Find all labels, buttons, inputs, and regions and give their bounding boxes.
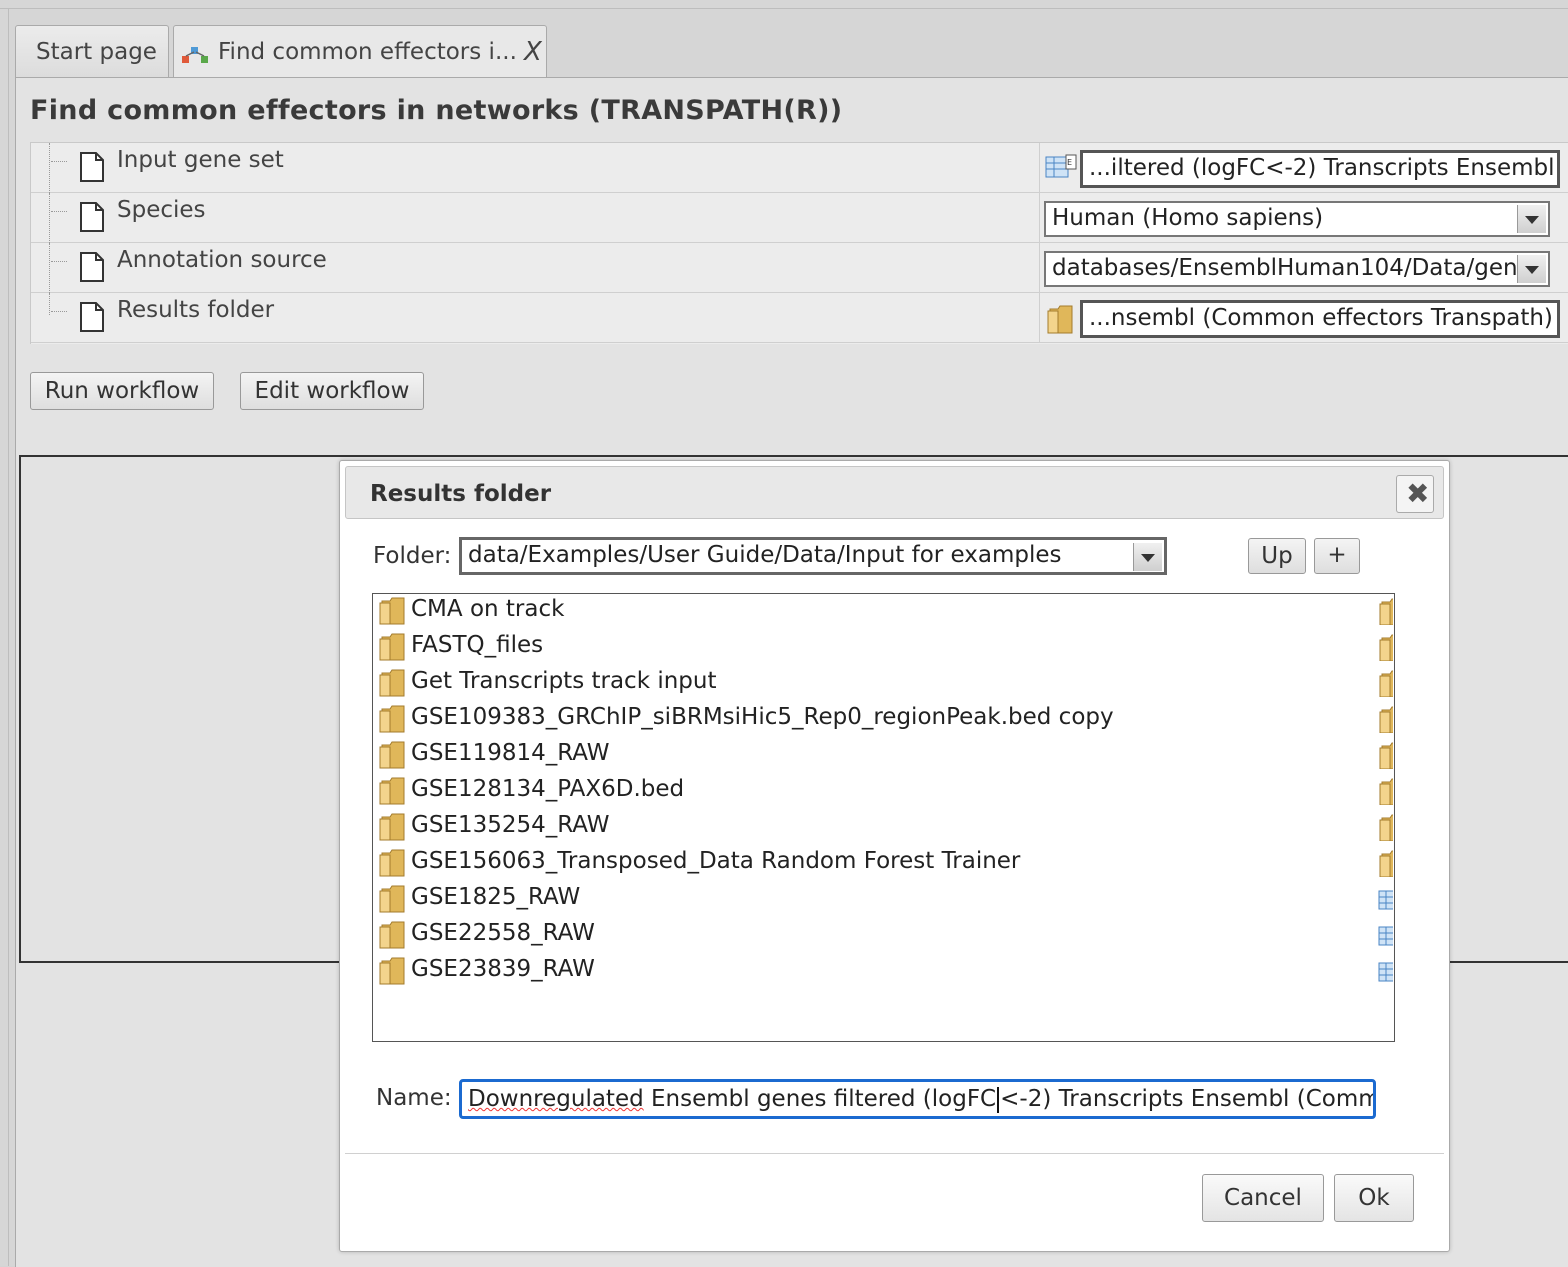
dialog-header: Results folder ✖ — [345, 466, 1444, 519]
folder-icon — [1377, 597, 1393, 625]
species-select-value: Human (Homo sapiens) — [1052, 205, 1324, 231]
folder-list[interactable]: CMA on track FASTQ_files Get Transcripts t… — [372, 593, 1395, 1042]
close-icon[interactable]: ✖ — [1396, 475, 1434, 513]
list-item-label: GSE156063_Transposed_Data Random Forest … — [411, 848, 1021, 874]
table-icon — [1377, 921, 1393, 949]
list-item-label: GSE119814_RAW — [411, 740, 610, 766]
tab-start-page-label: Start page — [36, 39, 157, 65]
document-icon — [80, 252, 104, 282]
dialog-title: Results folder — [370, 481, 552, 507]
name-input-before-caret: Ensembl genes filtered (logFC — [643, 1086, 997, 1112]
list-item-label: GSE1825_RAW — [411, 884, 581, 910]
document-icon — [80, 302, 104, 332]
folder-icon — [377, 632, 407, 662]
tab-close-icon[interactable]: X — [524, 26, 542, 78]
chevron-down-icon[interactable] — [1517, 255, 1546, 283]
document-icon — [80, 202, 104, 232]
name-input-after-caret: <-2) Transcripts Ensembl (Commo — [1000, 1086, 1376, 1112]
folder-icon — [1377, 849, 1393, 877]
folder-icon — [377, 920, 407, 950]
folder-icon — [1377, 669, 1393, 697]
folder-icon — [1377, 705, 1393, 733]
edit-workflow-button[interactable]: Edit workflow — [240, 372, 424, 410]
list-item-label: Get Transcripts track input — [411, 668, 717, 694]
tab-start-page[interactable]: Start page — [15, 25, 169, 77]
folder-icon — [377, 812, 407, 842]
folder-select[interactable]: data/Examples/User Guide/Data/Input for … — [459, 537, 1167, 575]
folder-icon — [1377, 777, 1393, 805]
name-label: Name: — [376, 1085, 452, 1111]
list-item-label: GSE23839_RAW — [411, 956, 595, 982]
text-caret — [997, 1086, 1000, 1113]
folder-icon — [377, 776, 407, 806]
name-input[interactable]: Downregulated Ensembl genes filtered (lo… — [459, 1079, 1376, 1119]
folder-icon — [377, 596, 407, 626]
folder-icon — [1377, 813, 1393, 841]
folder-icon — [1377, 633, 1393, 661]
param-label-species: Species — [117, 197, 206, 223]
folder-icon — [377, 668, 407, 698]
tab-find-common-effectors[interactable]: Find common effectors i... X — [173, 25, 547, 77]
run-workflow-button[interactable]: Run workflow — [30, 372, 214, 410]
list-item-label: GSE22558_RAW — [411, 920, 595, 946]
param-row-input-gene-set: Input gene set E ...iltered (logFC<-2) T… — [31, 143, 1568, 193]
param-row-species: Species Human (Homo sapiens) — [31, 193, 1568, 243]
species-select[interactable]: Human (Homo sapiens) — [1044, 201, 1550, 237]
folder-icon — [377, 704, 407, 734]
up-button[interactable]: Up — [1248, 538, 1306, 574]
parameter-table: Input gene set E ...iltered (logFC<-2) T… — [30, 142, 1568, 344]
chevron-down-icon[interactable] — [1133, 543, 1162, 571]
folder-icon — [1047, 305, 1073, 334]
new-folder-button[interactable]: + — [1314, 538, 1360, 574]
folder-icon — [377, 848, 407, 878]
list-item-label: CMA on track — [411, 596, 565, 622]
table-dataset-icon: E — [1045, 154, 1077, 178]
page-title: Find common effectors in networks (TRANS… — [30, 95, 843, 126]
list-item-label: FASTQ_files — [411, 632, 544, 658]
table-icon — [1377, 885, 1393, 913]
svg-text:E: E — [1067, 158, 1072, 167]
folder-icon — [377, 740, 407, 770]
tab-find-common-effectors-label: Find common effectors i... — [218, 39, 517, 65]
cancel-button[interactable]: Cancel — [1202, 1174, 1324, 1222]
folder-label: Folder: — [373, 543, 452, 569]
ok-button[interactable]: Ok — [1334, 1174, 1414, 1222]
folder-icon — [1377, 741, 1393, 769]
document-icon — [80, 152, 104, 182]
input-gene-set-field[interactable]: ...iltered (logFC<-2) Transcripts Ensemb… — [1080, 150, 1560, 188]
results-folder-field[interactable]: ...nsembl (Common effectors Transpath) — [1080, 300, 1560, 338]
list-item-label: GSE128134_PAX6D.bed — [411, 776, 685, 802]
table-icon — [1377, 957, 1393, 985]
folder-icon — [377, 884, 407, 914]
list-item-label: GSE109383_GRChIP_siBRMsiHic5_Rep0_region… — [411, 704, 1114, 730]
name-input-spell-part: Downregulated — [468, 1086, 644, 1112]
folder-select-value: data/Examples/User Guide/Data/Input for … — [468, 542, 1062, 568]
param-row-annotation-source: Annotation source databases/EnsemblHuman… — [31, 243, 1568, 293]
list-item-label: GSE135254_RAW — [411, 812, 610, 838]
param-label-results-folder: Results folder — [117, 297, 275, 323]
param-label-annotation-source: Annotation source — [117, 247, 327, 273]
param-label-input-gene-set: Input gene set — [117, 147, 284, 173]
dialog-divider — [345, 1153, 1444, 1154]
annotation-source-select-value: databases/EnsemblHuman104/Data/gene — [1052, 255, 1532, 281]
param-row-results-folder: Results folder ...nsembl (Common effecto… — [31, 293, 1568, 343]
chevron-down-icon[interactable] — [1517, 205, 1546, 233]
annotation-source-select[interactable]: databases/EnsemblHuman104/Data/gene — [1044, 251, 1550, 287]
folder-icon — [377, 956, 407, 986]
results-folder-dialog: Results folder ✖ Folder: data/Examples/U… — [339, 460, 1450, 1252]
workflow-icon — [182, 47, 208, 63]
